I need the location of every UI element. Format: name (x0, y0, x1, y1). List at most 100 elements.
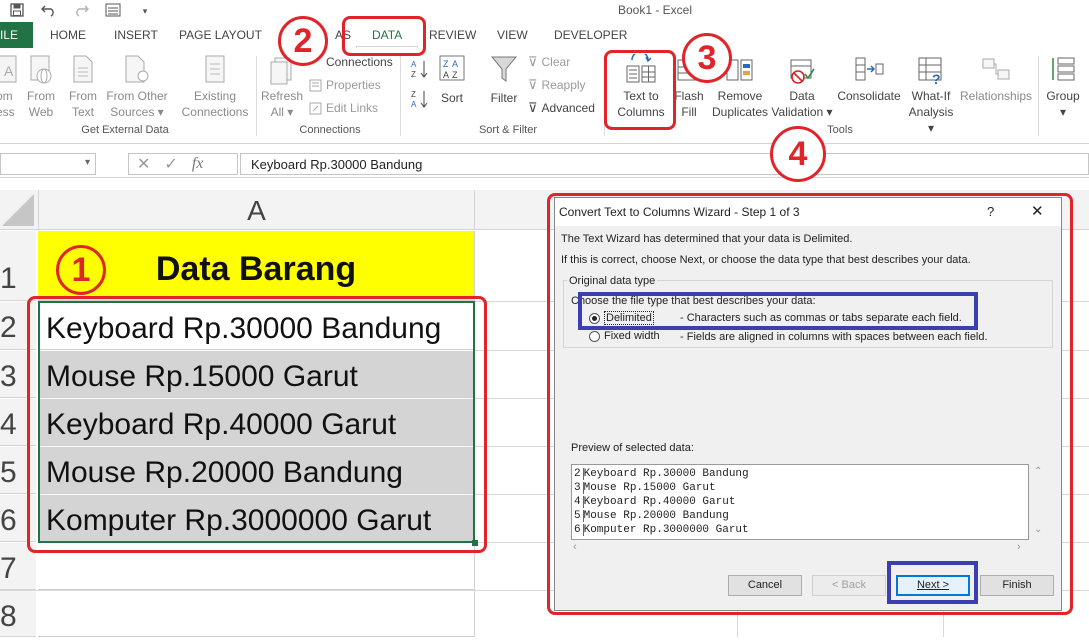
from-other-label-2: Sources ▾ (110, 105, 164, 119)
properties-label: Properties (326, 78, 381, 92)
group-icon (1052, 57, 1075, 81)
edit-links-button[interactable]: Edit Links (309, 100, 378, 116)
sort-button[interactable]: ZAAZ Sort (434, 54, 470, 106)
from-text-label-2: Text (71, 105, 94, 119)
callout-number: 1 (56, 245, 106, 295)
from-access-label-1: om (0, 89, 13, 103)
scroll-up-icon[interactable]: ⌃ (1034, 466, 1042, 477)
what-if-analysis-button[interactable]: ? What-If Analysis ▾ (904, 54, 958, 136)
sort-label: Sort (440, 91, 463, 105)
preview-row: 3 Mouse Rp.15000 Garut (574, 482, 716, 494)
existing-label-2: Connections (181, 105, 249, 119)
group-connections: Connections (299, 124, 361, 136)
svg-text:Z: Z (411, 90, 416, 99)
tab-developer[interactable]: DEVELOPER (554, 28, 627, 42)
sort-a-z-button[interactable]: AZ (410, 58, 430, 83)
tab-insert[interactable]: INSERT (114, 28, 158, 42)
finish-button[interactable]: Finish (980, 575, 1054, 596)
svg-text:Z: Z (411, 70, 416, 79)
existing-connections-icon (205, 55, 225, 83)
dialog-title: Convert Text to Columns Wizard - Step 1 … (559, 205, 800, 219)
scroll-right-icon[interactable]: › (1017, 541, 1021, 553)
preview-horizontal-scrollbar[interactable]: ‹ › (571, 541, 1029, 555)
from-text-label-1: From (69, 89, 97, 103)
cancel-entry-icon[interactable]: ✕ (137, 154, 150, 174)
ribbon: A om ess From Web From Text From Other S… (0, 48, 1089, 144)
column-header-a[interactable]: A (38, 190, 475, 230)
refresh-label-1: Refresh (260, 89, 304, 103)
connections-button[interactable]: Connections (326, 54, 393, 70)
wizard-description-1: The Text Wizard has determined that your… (561, 233, 853, 245)
properties-button[interactable]: Properties (309, 77, 381, 93)
row-header[interactable]: 1 (0, 231, 36, 301)
tab-view[interactable]: VIEW (497, 28, 528, 42)
scroll-left-icon[interactable]: ‹ (573, 541, 577, 553)
cancel-button[interactable]: Cancel (728, 575, 802, 596)
from-access-button[interactable]: A om ess (0, 54, 18, 120)
existing-connections-button[interactable]: Existing Connections (178, 54, 252, 120)
back-button[interactable]: < Back (812, 575, 886, 596)
highlight-box-next (887, 561, 978, 604)
scroll-down-icon[interactable]: ⌄ (1034, 524, 1042, 535)
formula-input[interactable]: Keyboard Rp.30000 Bandung (240, 153, 1089, 175)
empty-cell[interactable] (38, 591, 475, 637)
flash-fill-label-1: Flash (674, 89, 704, 103)
sort-z-a-button[interactable]: ZA (410, 88, 430, 113)
what-if-label-2: Analysis ▾ (908, 105, 954, 135)
what-if-label-1: What-If (911, 89, 951, 103)
fixed-width-option[interactable]: Fixed width (589, 330, 660, 342)
edit-links-icon (309, 102, 322, 114)
from-other-label-1: From Other (106, 89, 168, 103)
row-header[interactable]: 8 (0, 591, 36, 637)
tab-home[interactable]: HOME (50, 28, 86, 42)
properties-icon (309, 79, 322, 91)
relationships-label: Relationships (960, 89, 1033, 103)
from-other-sources-button[interactable]: From Other Sources ▾ (104, 54, 170, 120)
confirm-entry-icon[interactable]: ✓ (164, 154, 177, 174)
consolidate-button[interactable]: Consolidate (836, 54, 902, 104)
clear-filter-icon: ⊽ (528, 54, 538, 69)
help-icon[interactable]: ? (987, 204, 994, 219)
group-button[interactable]: Group ▾ (1042, 54, 1084, 120)
from-web-button[interactable]: From Web (24, 54, 58, 120)
group-label: Original data type (567, 275, 658, 287)
preview-pane[interactable]: 2 Keyboard Rp.30000 Bandung 3 Mouse Rp.150… (571, 464, 1029, 540)
data-validation-button[interactable]: Data Validation ▾ (770, 54, 834, 120)
svg-text:A: A (411, 60, 417, 69)
svg-text:Z: Z (443, 59, 449, 69)
relationships-button[interactable]: Relationships (960, 54, 1032, 104)
callout-number: 2 (278, 16, 328, 66)
formula-buttons: ✕ ✓ fx (128, 153, 238, 175)
tab-file[interactable]: ILE (0, 22, 33, 48)
insert-function-icon[interactable]: fx (192, 155, 204, 173)
tab-page-layout[interactable]: PAGE LAYOUT (179, 28, 262, 42)
callout-box-data-range (27, 296, 487, 553)
title-bar: ▾ Book1 - Excel (0, 0, 1089, 22)
callout-number: 3 (682, 33, 732, 83)
preview-row: 5 Mouse Rp.20000 Bandung (574, 510, 729, 522)
svg-text:Z: Z (452, 70, 458, 80)
sort-za-icon: ZA (411, 90, 428, 109)
preview-row: 6 Komputer Rp.3000000 Garut (574, 524, 749, 536)
remove-dup-label-2: Duplicates (711, 105, 769, 119)
name-box[interactable]: ▾ (0, 153, 96, 175)
callout-box-text-to-columns (604, 50, 676, 130)
callout-box-data-tab (342, 16, 426, 56)
close-icon[interactable]: ✕ (1031, 202, 1044, 220)
reapply-button[interactable]: ⊽ Reapply (528, 77, 586, 93)
clear-button[interactable]: ⊽ Clear (528, 54, 570, 70)
sort-icon: Z AA Z (439, 55, 465, 81)
select-all-triangle-icon (2, 194, 34, 226)
what-if-icon: ? (918, 57, 942, 86)
group-get-external-data: Get External Data (81, 124, 169, 136)
fixed-width-label: Fixed width (604, 330, 660, 342)
ribbon-tabs: ILE HOME INSERT PAGE LAYOUT FO AS DATA R… (0, 22, 1089, 70)
from-text-button[interactable]: From Text (66, 54, 100, 120)
filter-button[interactable]: Filter (484, 54, 524, 106)
fixed-width-radio[interactable] (589, 330, 600, 342)
preview-vertical-scrollbar[interactable]: ⌃ ⌄ (1031, 464, 1047, 540)
group-sort-filter: Sort & Filter (478, 124, 538, 136)
advanced-button[interactable]: ⊽ Advanced (528, 100, 595, 116)
from-web-label-2: Web (28, 105, 54, 119)
tab-review[interactable]: REVIEW (429, 28, 476, 42)
